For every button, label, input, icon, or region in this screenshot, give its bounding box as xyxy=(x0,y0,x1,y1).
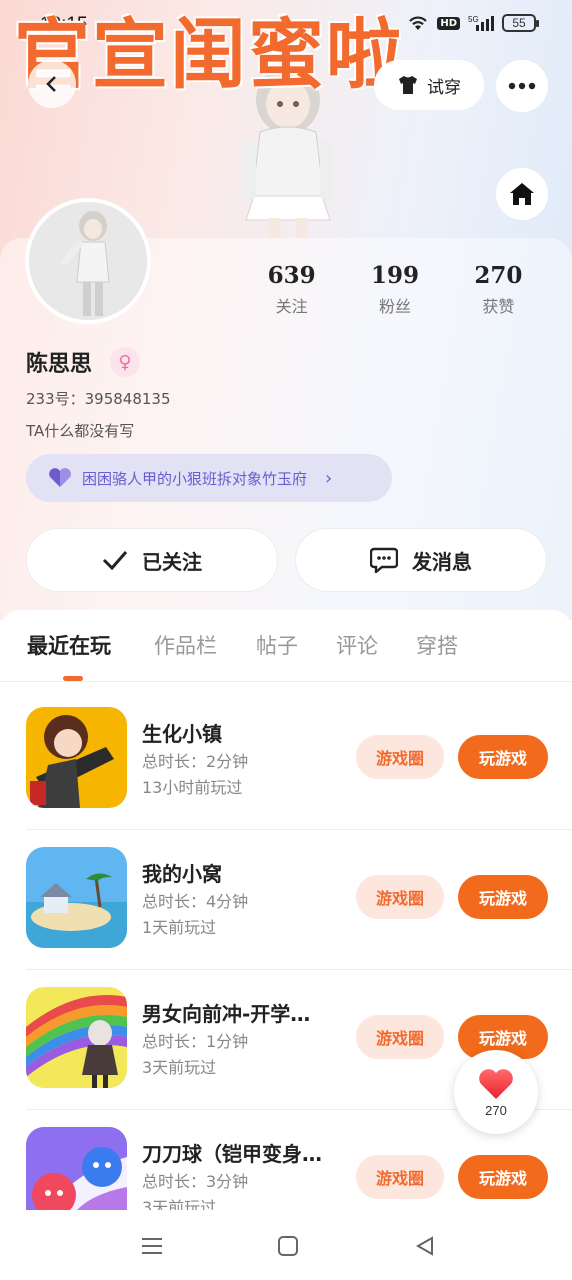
avatar-figure-image xyxy=(29,202,147,320)
try-on-label: 试穿 xyxy=(427,77,461,98)
more-dots-icon xyxy=(508,82,536,90)
profile-tabs: 最近在玩 作品栏 帖子 评论 穿搭 xyxy=(0,620,572,680)
game-icon-my-home[interactable] xyxy=(26,847,127,948)
stat-label: 获赞 xyxy=(482,297,515,316)
game-thumbnail xyxy=(26,987,127,1088)
system-nav-bar xyxy=(0,1210,572,1280)
back-nav-button[interactable] xyxy=(410,1232,440,1260)
game-thumbnail xyxy=(26,707,127,808)
home-nav-button[interactable] xyxy=(273,1232,303,1260)
stat-following[interactable]: 639 关注 xyxy=(240,262,343,317)
more-options-button[interactable] xyxy=(496,60,548,112)
back-arrow-icon xyxy=(46,76,56,92)
stat-label: 关注 xyxy=(275,297,308,316)
stat-label: 粉丝 xyxy=(378,297,411,316)
tab-comments[interactable]: 评论 xyxy=(336,630,378,660)
battery-indicator: 55 xyxy=(502,14,539,32)
followed-button[interactable]: 已关注 xyxy=(26,528,278,592)
game-icon-biochem-town[interactable] xyxy=(26,707,127,808)
play-game-button[interactable]: 玩游戏 xyxy=(458,735,548,779)
female-gender-icon: ♀ xyxy=(110,347,140,377)
chevron-right-icon: › xyxy=(325,467,333,489)
game-thumbnail xyxy=(26,847,127,948)
game-name: 生化小镇 xyxy=(142,722,222,746)
username: 陈思思 xyxy=(26,352,93,377)
try-on-button[interactable]: 试穿 xyxy=(374,60,484,110)
wifi-icon xyxy=(409,16,428,30)
home-button[interactable] xyxy=(496,168,548,220)
game-duration: 总时长：4分钟 xyxy=(142,892,249,911)
profile-stats: 639 关注 199 粉丝 270 获赞 xyxy=(240,262,550,317)
game-circle-button[interactable]: 游戏圈 xyxy=(356,875,444,919)
status-icons: HD 5G 55 xyxy=(407,14,539,32)
stat-followers[interactable]: 199 粉丝 xyxy=(343,262,446,317)
game-duration: 总时长：1分钟 xyxy=(142,1032,249,1051)
triangle-back-icon xyxy=(415,1236,433,1256)
stat-value: 639 xyxy=(267,262,316,289)
avatar[interactable] xyxy=(25,198,151,324)
tab-posts[interactable]: 帖子 xyxy=(256,630,298,660)
play-game-button[interactable]: 玩游戏 xyxy=(458,875,548,919)
game-last-played: 1天前玩过 xyxy=(142,918,217,937)
game-row[interactable]: 我的小窝 总时长：4分钟 1天前玩过 游戏圈 玩游戏 xyxy=(0,830,572,970)
game-icon-rush-forward[interactable] xyxy=(26,987,127,1088)
home-icon xyxy=(510,183,534,205)
game-circle-button[interactable]: 游戏圈 xyxy=(356,1015,444,1059)
menu-icon xyxy=(142,1238,162,1254)
game-name: 刀刀球（铠甲变身… xyxy=(142,1142,322,1166)
game-row[interactable]: 生化小镇 总时长：2分钟 13小时前玩过 游戏圈 玩游戏 xyxy=(0,690,572,830)
stat-value: 199 xyxy=(370,262,419,289)
heart-icon xyxy=(479,1068,513,1099)
game-circle-button[interactable]: 游戏圈 xyxy=(356,735,444,779)
game-name: 男女向前冲-开学… xyxy=(142,1002,311,1026)
back-button[interactable] xyxy=(28,60,76,108)
play-game-button[interactable]: 玩游戏 xyxy=(458,1155,548,1199)
game-thumbnail xyxy=(26,1127,127,1210)
game-duration: 总时长：3分钟 xyxy=(142,1172,249,1191)
send-message-label: 发消息 xyxy=(412,549,472,574)
game-last-played: 13小时前玩过 xyxy=(142,778,243,797)
square-icon xyxy=(278,1236,298,1256)
game-duration: 总时长：2分钟 xyxy=(142,752,249,771)
game-name: 我的小窝 xyxy=(142,862,222,886)
group-pill[interactable]: 困困骆人甲的小狠班拆对象竹玉府 › xyxy=(26,454,392,502)
user-id: 233号：395848135 xyxy=(26,390,171,408)
tab-works[interactable]: 作品栏 xyxy=(154,630,217,660)
heart-group-icon xyxy=(49,468,71,487)
group-label: 困困骆人甲的小狠班拆对象竹玉府 xyxy=(82,469,308,488)
game-last-played: 3天前玩过 xyxy=(142,1198,217,1210)
tabs-divider xyxy=(0,681,572,682)
menu-nav-button[interactable] xyxy=(137,1232,167,1260)
user-bio: TA什么都没有写 xyxy=(26,422,135,440)
stat-value: 270 xyxy=(474,262,523,289)
like-floating-button[interactable]: 270 xyxy=(454,1050,538,1134)
check-icon xyxy=(102,551,128,570)
signal-icon: 5G xyxy=(468,15,494,31)
send-message-button[interactable]: 发消息 xyxy=(295,528,547,592)
like-count: 270 xyxy=(485,1102,507,1118)
followed-label: 已关注 xyxy=(142,549,202,574)
stat-likes[interactable]: 270 获赞 xyxy=(447,262,550,317)
game-circle-button[interactable]: 游戏圈 xyxy=(356,1155,444,1199)
game-icon-knife-ball[interactable] xyxy=(26,1127,127,1210)
tab-recent-play[interactable]: 最近在玩 xyxy=(27,630,111,660)
tab-outfits[interactable]: 穿搭 xyxy=(416,630,458,660)
hd-badge: HD xyxy=(437,16,460,30)
message-bubble-icon xyxy=(370,547,398,573)
svg-text:5G: 5G xyxy=(468,15,479,24)
shirt-icon xyxy=(399,76,417,94)
game-last-played: 3天前玩过 xyxy=(142,1058,217,1077)
